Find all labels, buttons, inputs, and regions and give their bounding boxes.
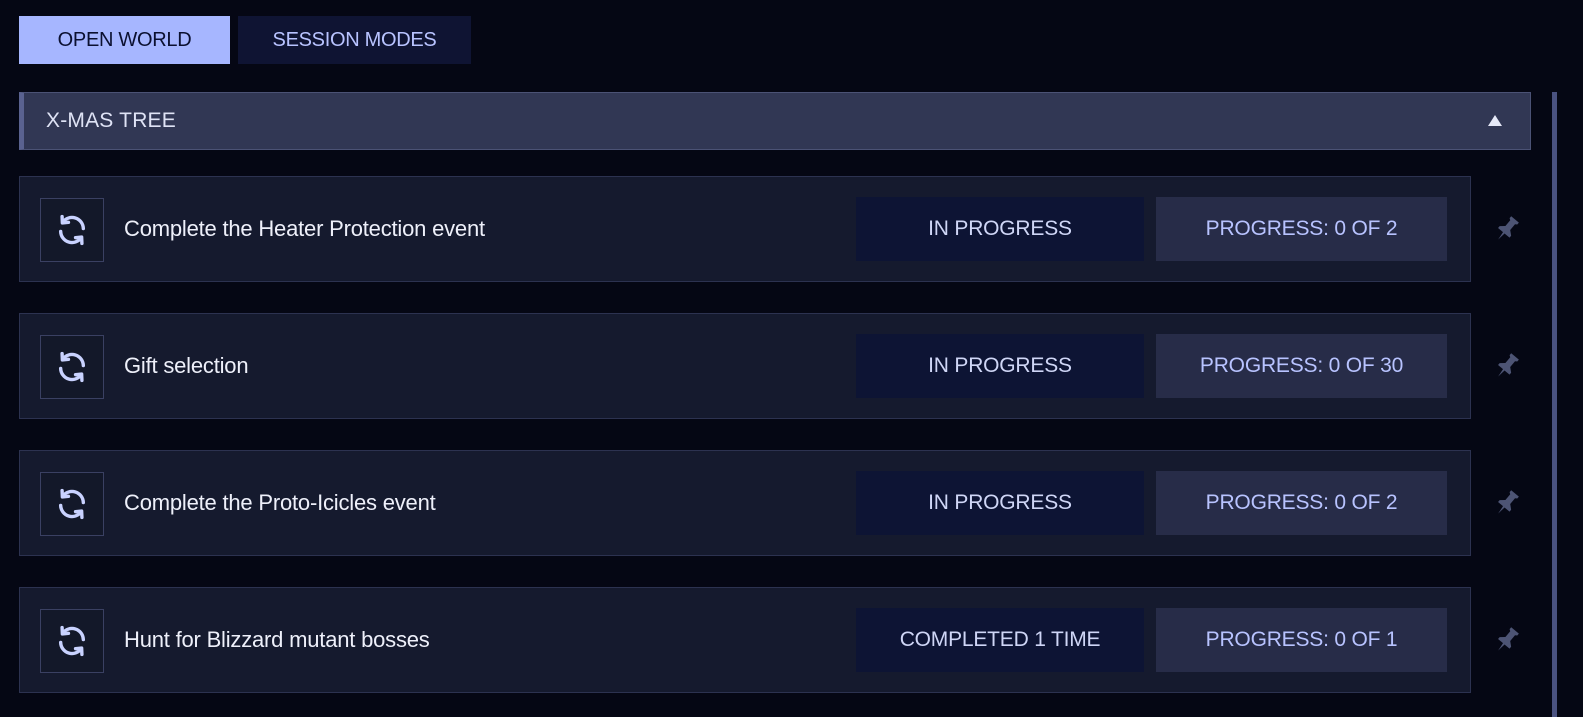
task-row: Complete the Proto-Icicles event IN PROG… xyxy=(19,450,1471,556)
task-progress: PROGRESS: 0 OF 1 xyxy=(1156,608,1447,672)
section-title: X-MAS TREE xyxy=(46,109,176,132)
pin-icon[interactable] xyxy=(1492,214,1522,244)
task-row: Gift selection IN PROGRESS PROGRESS: 0 O… xyxy=(19,313,1471,419)
task-title: Gift selection xyxy=(124,353,249,378)
tab-session-modes[interactable]: SESSION MODES xyxy=(238,16,471,64)
task-title: Complete the Heater Protection event xyxy=(124,216,485,241)
task-row: Hunt for Blizzard mutant bosses COMPLETE… xyxy=(19,587,1471,693)
task-status: IN PROGRESS xyxy=(856,471,1144,535)
task-status: IN PROGRESS xyxy=(856,197,1144,261)
task-title: Complete the Proto-Icicles event xyxy=(124,490,436,515)
tab-open-world[interactable]: OPEN WORLD xyxy=(19,16,230,64)
repeat-icon xyxy=(40,609,104,673)
task-progress: PROGRESS: 0 OF 2 xyxy=(1156,197,1447,261)
pin-icon[interactable] xyxy=(1492,625,1522,655)
task-title: Hunt for Blizzard mutant bosses xyxy=(124,627,430,652)
scrollbar[interactable] xyxy=(1552,92,1557,717)
repeat-icon xyxy=(40,472,104,536)
task-progress: PROGRESS: 0 OF 2 xyxy=(1156,471,1447,535)
collapse-arrow-icon[interactable] xyxy=(1488,115,1502,126)
section-header-xmas-tree[interactable]: X-MAS TREE xyxy=(19,92,1531,150)
mode-tabs: OPEN WORLD SESSION MODES xyxy=(19,16,471,64)
repeat-icon xyxy=(40,335,104,399)
task-progress: PROGRESS: 0 OF 30 xyxy=(1156,334,1447,398)
task-status: COMPLETED 1 TIME xyxy=(856,608,1144,672)
repeat-icon xyxy=(40,198,104,262)
pin-icon[interactable] xyxy=(1492,488,1522,518)
pin-icon[interactable] xyxy=(1492,351,1522,381)
task-row: Complete the Heater Protection event IN … xyxy=(19,176,1471,282)
task-status: IN PROGRESS xyxy=(856,334,1144,398)
